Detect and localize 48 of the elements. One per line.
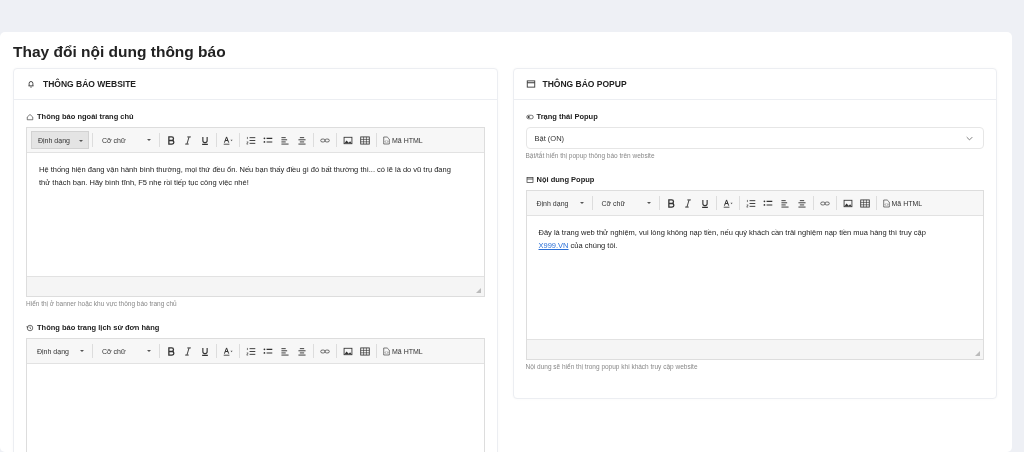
bold-icon[interactable]	[166, 135, 176, 145]
link-icon[interactable]	[320, 346, 330, 356]
image-icon[interactable]	[343, 135, 353, 145]
card-title: THÔNG BÁO WEBSITE	[43, 79, 137, 89]
image-icon[interactable]	[343, 346, 353, 356]
link-icon[interactable]	[819, 198, 830, 208]
text-color-icon[interactable]	[223, 135, 233, 145]
bullet-list-icon[interactable]	[263, 135, 273, 145]
bell-icon	[26, 79, 36, 89]
text-color-icon[interactable]	[223, 346, 233, 356]
align-center-icon[interactable]	[796, 198, 807, 208]
code-file-icon	[383, 135, 390, 145]
align-left-icon[interactable]	[280, 346, 290, 356]
numbered-list-icon[interactable]	[745, 198, 756, 208]
table-icon[interactable]	[859, 198, 870, 208]
table-icon[interactable]	[360, 135, 370, 145]
page-title: Thay đổi nội dung thông báo	[13, 42, 227, 62]
italic-icon[interactable]	[183, 135, 193, 145]
align-center-icon[interactable]	[297, 135, 307, 145]
underline-icon[interactable]	[200, 135, 210, 145]
window-icon	[525, 175, 534, 184]
table-icon[interactable]	[360, 346, 370, 356]
underline-icon[interactable]	[200, 346, 210, 356]
image-icon[interactable]	[842, 198, 853, 208]
underline-icon[interactable]	[699, 198, 710, 208]
card-title: THÔNG BÁO POPUP	[542, 79, 627, 89]
link-icon[interactable]	[320, 135, 330, 145]
align-left-icon[interactable]	[779, 198, 790, 208]
resize-handle-icon[interactable]	[975, 351, 980, 356]
numbered-list-icon[interactable]	[246, 346, 256, 356]
align-left-icon[interactable]	[280, 135, 290, 145]
italic-icon[interactable]	[183, 346, 193, 356]
numbered-list-icon[interactable]	[246, 135, 256, 145]
window-icon	[525, 79, 536, 89]
bullet-list-icon[interactable]	[263, 346, 273, 356]
home-icon	[26, 112, 34, 121]
italic-icon[interactable]	[682, 198, 693, 208]
align-center-icon[interactable]	[297, 346, 307, 356]
bullet-list-icon[interactable]	[762, 198, 773, 208]
toggle-icon	[525, 112, 534, 121]
code-file-icon	[383, 346, 390, 356]
history-icon	[26, 323, 34, 332]
bold-icon[interactable]	[166, 346, 176, 356]
bold-icon[interactable]	[665, 198, 676, 208]
text-color-icon[interactable]	[722, 198, 733, 208]
chevron-down-icon	[966, 135, 973, 141]
code-file-icon	[882, 198, 890, 208]
resize-handle-icon[interactable]	[475, 288, 481, 293]
